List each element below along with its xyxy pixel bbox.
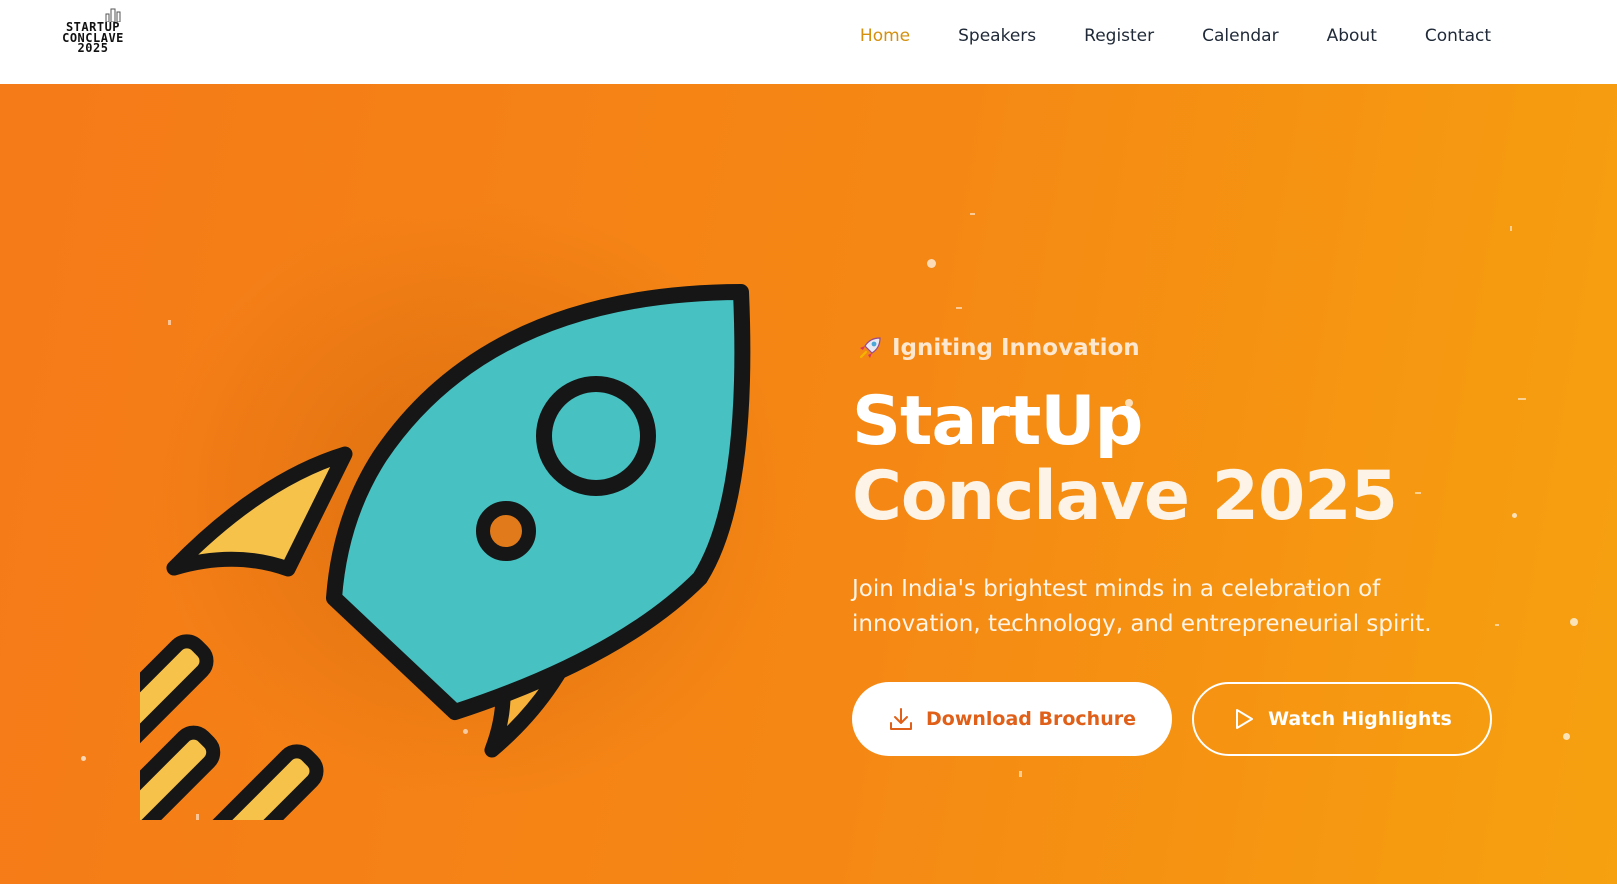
site-logo[interactable]: STARTUP CONCLAVE 2025: [48, 8, 138, 60]
main-nav: Home Speakers Register Calendar About Co…: [812, 23, 1491, 49]
sparkle-dash: [970, 213, 975, 215]
download-icon: [890, 708, 912, 730]
sparkle-dot: [1570, 618, 1578, 626]
navbar: STARTUP CONCLAVE 2025 Home Speakers Regi…: [0, 0, 1617, 84]
sparkle-dash: [1495, 624, 1499, 626]
nav-link-speakers[interactable]: Speakers: [958, 23, 1036, 49]
sparkle-dot: [81, 756, 86, 761]
watch-highlights-button[interactable]: Watch Highlights: [1192, 682, 1492, 756]
nav-link-calendar[interactable]: Calendar: [1202, 23, 1278, 49]
download-brochure-label: Download Brochure: [926, 708, 1136, 730]
nav-link-register[interactable]: Register: [1084, 23, 1154, 49]
hero-subtitle: Join India's brightest minds in a celebr…: [852, 576, 1432, 637]
hero-section: Igniting Innovation StartUp Conclave 202…: [0, 84, 1617, 884]
sparkle-dash: [1518, 398, 1526, 400]
logo-text: STARTUP CONCLAVE 2025: [48, 21, 138, 55]
nav-link-home[interactable]: Home: [860, 23, 910, 49]
sparkle-dot: [1512, 513, 1517, 518]
sparkle-dot: [927, 259, 936, 268]
hero-title-line-1: StartUp: [852, 382, 1143, 461]
watch-highlights-label: Watch Highlights: [1268, 708, 1452, 730]
sparkle-dash: [1415, 492, 1421, 494]
download-brochure-button[interactable]: Download Brochure: [852, 682, 1172, 756]
rocket-illustration: [140, 200, 780, 820]
sparkle-dash: [1019, 771, 1022, 777]
sparkle-dot: [1563, 733, 1570, 740]
sparkle-dash: [956, 307, 962, 309]
nav-link-about[interactable]: About: [1327, 23, 1377, 49]
sparkle-dash: [1510, 226, 1512, 231]
hero-title-line-2: Conclave 2025: [852, 457, 1398, 536]
nav-link-contact[interactable]: Contact: [1425, 23, 1491, 49]
tagline-text: Igniting Innovation: [892, 335, 1140, 361]
hero-tagline: Igniting Innovation: [856, 334, 1140, 362]
logo-line-3: 2025: [77, 41, 109, 55]
play-icon: [1236, 709, 1254, 729]
rocket-icon: [859, 337, 881, 359]
hero-title: StartUp Conclave 2025: [852, 382, 1398, 536]
